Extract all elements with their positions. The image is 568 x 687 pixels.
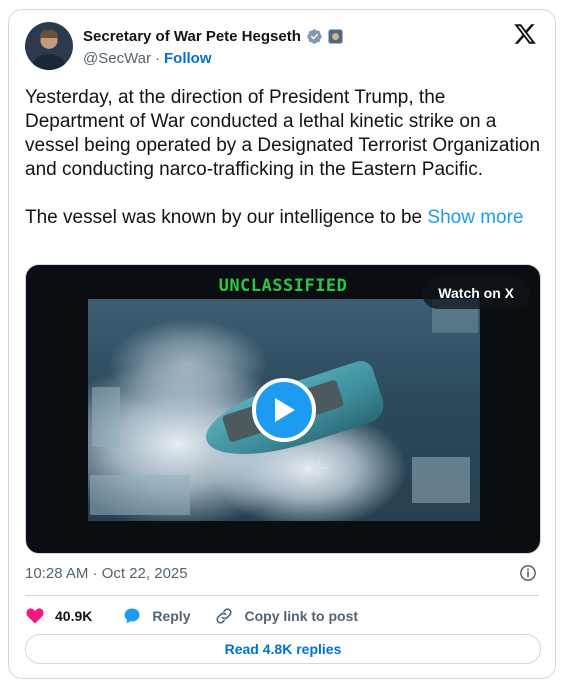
x-logo-icon[interactable] bbox=[513, 22, 537, 46]
like-button[interactable]: 40.9K bbox=[25, 606, 92, 626]
tweet-text: Yesterday, at the direction of President… bbox=[25, 86, 545, 230]
reply-button[interactable]: Reply bbox=[122, 606, 190, 626]
affiliate-badge-icon bbox=[327, 29, 343, 44]
author-display-name[interactable]: Secretary of War Pete Hegseth bbox=[83, 28, 301, 45]
avatar[interactable] bbox=[25, 22, 73, 70]
link-icon bbox=[216, 608, 233, 624]
separator-dot: · bbox=[155, 50, 161, 67]
like-count: 40.9K bbox=[55, 608, 93, 624]
heart-icon bbox=[26, 608, 44, 624]
copy-link-button[interactable]: Copy link to post bbox=[214, 606, 358, 626]
read-replies-button[interactable]: Read 4.8K replies bbox=[25, 634, 541, 664]
reply-label: Reply bbox=[152, 608, 191, 624]
copy-link-label: Copy link to post bbox=[244, 608, 359, 624]
tweet-paragraph-2-text: The vessel was known by our intelligence… bbox=[25, 207, 423, 228]
info-icon[interactable] bbox=[519, 564, 537, 582]
author-handle[interactable]: @SecWar bbox=[83, 50, 151, 67]
handle-row: @SecWar · Follow bbox=[83, 50, 212, 67]
watch-on-x-button[interactable]: Watch on X bbox=[422, 277, 530, 309]
crosshair-icon bbox=[310, 459, 328, 477]
play-button[interactable] bbox=[252, 378, 316, 442]
reply-bubble-icon bbox=[124, 608, 140, 624]
author-name-row: Secretary of War Pete Hegseth bbox=[83, 28, 343, 45]
tweet-timestamp[interactable]: 10:28 AM · Oct 22, 2025 bbox=[25, 565, 188, 582]
video-player[interactable]: UNCLASSIFIED Watch on X bbox=[25, 264, 541, 554]
show-more-link[interactable]: Show more bbox=[427, 207, 523, 228]
verified-badge-icon bbox=[307, 29, 322, 44]
play-icon bbox=[275, 398, 295, 422]
follow-button[interactable]: Follow bbox=[164, 50, 212, 67]
tweet-card: Secretary of War Pete Hegseth @SecWar · … bbox=[8, 9, 556, 679]
action-bar: 40.9K Reply Copy link to post bbox=[25, 604, 358, 628]
tweet-paragraph-1: Yesterday, at the direction of President… bbox=[25, 87, 541, 180]
tweet-paragraph-2: The vessel was known by our intelligence… bbox=[25, 206, 545, 230]
divider bbox=[25, 595, 539, 596]
